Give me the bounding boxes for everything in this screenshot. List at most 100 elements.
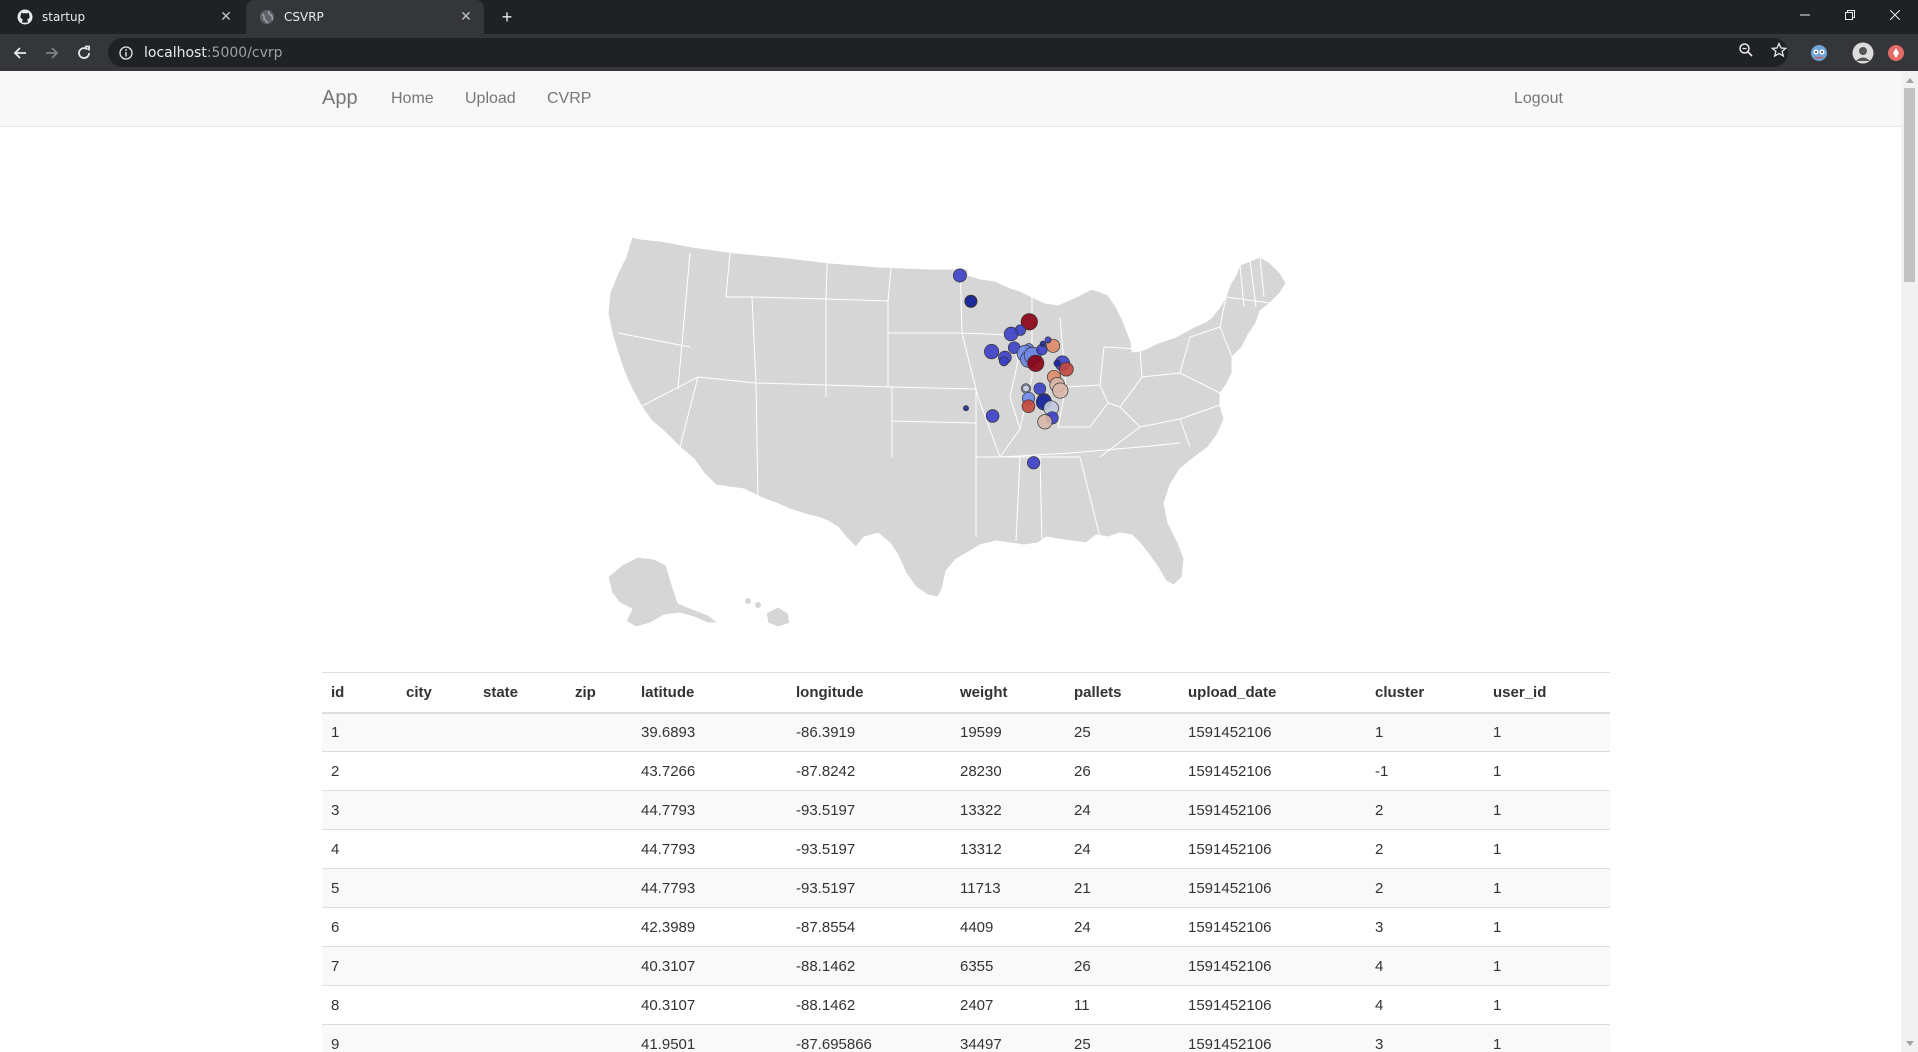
map-point[interactable] (1003, 326, 1019, 342)
cell-latitude: 40.3107 (632, 985, 787, 1025)
map-point[interactable] (1052, 382, 1069, 399)
column-header-pallets: pallets (1065, 672, 1179, 714)
new-tab-button[interactable]: + (496, 6, 518, 28)
cell-zip (566, 751, 632, 791)
avatar[interactable] (1851, 41, 1875, 65)
cell-pallets: 24 (1065, 907, 1179, 947)
tab-startup[interactable]: startup ✕ (0, 0, 244, 34)
scroll-up-arrow-icon[interactable] (1901, 71, 1918, 88)
cell-zip (566, 907, 632, 947)
table-body: 1 39.6893 -86.3919 19599 25 1591452106 1 1 2 43.7… (322, 712, 1610, 1052)
map-point[interactable] (984, 344, 1000, 360)
address-bar[interactable]: localhost:5000/cvrp (108, 38, 1788, 67)
restore-icon[interactable] (1827, 0, 1872, 30)
hawaii-island (755, 602, 761, 608)
map-point[interactable] (963, 405, 969, 412)
cell-state (474, 790, 566, 830)
extension-icon[interactable] (1807, 41, 1831, 65)
nav-upload-link[interactable]: Upload (465, 90, 516, 108)
logout-link[interactable]: Logout (1514, 90, 1563, 108)
column-header-upload-date: upload_date (1179, 672, 1366, 714)
cell-latitude: 41.9501 (632, 1024, 787, 1052)
cell-pallets: 24 (1065, 829, 1179, 869)
tab-csvrp[interactable]: CSVRP ✕ (246, 0, 484, 34)
extension-red-icon[interactable] (1884, 41, 1908, 65)
vertical-scrollbar[interactable] (1901, 71, 1918, 1052)
close-window-icon[interactable] (1872, 0, 1917, 30)
cell-user-id: 1 (1484, 985, 1610, 1025)
cell-state (474, 868, 566, 908)
cell-city (397, 712, 474, 752)
map-point[interactable] (1053, 359, 1061, 367)
bookmark-star-icon[interactable] (1769, 40, 1789, 60)
cell-city (397, 985, 474, 1025)
us-map (580, 157, 1350, 628)
cell-upload-date: 1591452106 (1179, 829, 1366, 869)
cell-longitude: -87.8554 (787, 907, 951, 947)
zoom-icon[interactable] (1736, 40, 1756, 60)
cell-city (397, 1024, 474, 1052)
cell-id: 9 (322, 1024, 397, 1052)
table-row: 8 40.3107 -88.1462 2407 11 1591452106 4 1 (322, 985, 1610, 1025)
map-point[interactable] (985, 409, 1000, 423)
cell-upload-date: 1591452106 (1179, 712, 1366, 752)
scrollbar-thumb[interactable] (1904, 88, 1915, 282)
map-point[interactable] (1027, 354, 1045, 372)
cell-weight: 34497 (951, 1024, 1065, 1052)
map-point[interactable] (1021, 399, 1036, 413)
cell-upload-date: 1591452106 (1179, 946, 1366, 986)
column-header-city: city (397, 672, 474, 714)
cell-cluster: 2 (1366, 829, 1484, 869)
cell-cluster: -1 (1366, 751, 1484, 791)
map-point[interactable] (1033, 382, 1047, 395)
map-point[interactable] (1027, 456, 1041, 470)
minimize-icon[interactable] (1782, 0, 1827, 30)
info-icon[interactable] (118, 45, 134, 61)
table-row: 2 43.7266 -87.8242 28230 26 1591452106 -1 1 (322, 751, 1610, 791)
back-icon[interactable] (6, 39, 34, 67)
cell-city (397, 946, 474, 986)
map-point[interactable] (1039, 340, 1047, 347)
cell-city (397, 907, 474, 947)
map-point[interactable] (998, 356, 1009, 367)
cell-id: 6 (322, 907, 397, 947)
tab-title: CSVRP (284, 10, 324, 24)
map-point[interactable] (952, 268, 967, 283)
cell-pallets: 11 (1065, 985, 1179, 1025)
cell-zip (566, 985, 632, 1025)
cell-upload-date: 1591452106 (1179, 1024, 1366, 1052)
brand-link[interactable]: App (322, 87, 358, 110)
reload-icon[interactable] (70, 39, 98, 67)
cell-state (474, 1024, 566, 1052)
cell-id: 7 (322, 946, 397, 986)
cell-pallets: 25 (1065, 1024, 1179, 1052)
map-point[interactable] (1044, 336, 1052, 344)
locations-table: id city state zip latitude longitude weight pal… (322, 672, 1610, 1052)
cell-cluster: 1 (1366, 712, 1484, 752)
column-header-user-id: user_id (1484, 672, 1610, 714)
nav-cvrp-link[interactable]: CVRP (547, 90, 591, 108)
cell-city (397, 868, 474, 908)
cell-cluster: 3 (1366, 1024, 1484, 1052)
close-icon[interactable]: ✕ (216, 7, 236, 27)
cell-weight: 2407 (951, 985, 1065, 1025)
cell-city (397, 829, 474, 869)
cell-state (474, 946, 566, 986)
cell-pallets: 25 (1065, 712, 1179, 752)
cell-state (474, 985, 566, 1025)
forward-icon[interactable] (38, 39, 66, 67)
cell-weight: 11713 (951, 868, 1065, 908)
cell-longitude: -88.1462 (787, 946, 951, 986)
cell-state (474, 907, 566, 947)
cell-city (397, 751, 474, 791)
map-point[interactable] (1022, 384, 1030, 393)
close-icon[interactable]: ✕ (456, 7, 476, 27)
cell-state (474, 751, 566, 791)
scroll-down-arrow-icon[interactable] (1901, 1035, 1918, 1052)
nav-home-link[interactable]: Home (391, 90, 434, 108)
cell-zip (566, 946, 632, 986)
cell-cluster: 2 (1366, 790, 1484, 830)
map-point[interactable] (1037, 414, 1053, 430)
map-point[interactable] (964, 295, 978, 308)
map-point[interactable] (1059, 361, 1074, 377)
